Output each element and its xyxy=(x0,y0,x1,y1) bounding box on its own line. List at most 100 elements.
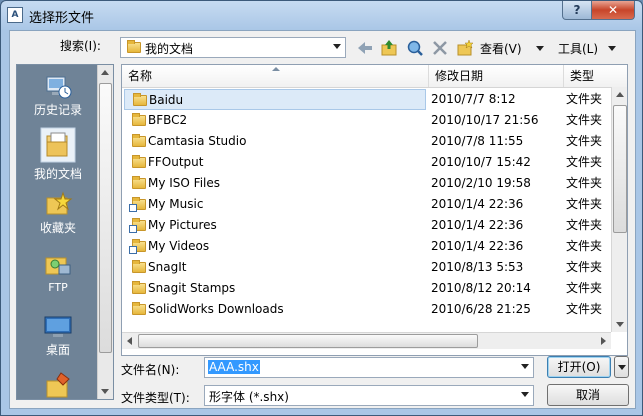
file-name: SnagIt xyxy=(148,260,187,274)
file-type: 文件夹 xyxy=(566,218,603,232)
filename-label: 文件名(N): xyxy=(121,363,180,377)
app-icon: A xyxy=(7,7,23,23)
title-bar[interactable]: A 选择形文件 ? ✕ xyxy=(1,1,642,29)
chevron-down-icon xyxy=(608,45,617,51)
file-name-cell: My ISO Files xyxy=(124,173,426,194)
chevron-down-icon xyxy=(535,45,544,51)
search-web-button[interactable] xyxy=(406,37,424,59)
file-type: 文件夹 xyxy=(566,302,603,316)
place-label: 桌面 xyxy=(45,343,70,357)
file-row[interactable]: Snagit Stamps 2010/8/12 20:14 文件夹 xyxy=(122,278,612,299)
file-list-vscrollbar[interactable] xyxy=(611,87,627,332)
file-date: 2010/7/7 8:12 xyxy=(431,92,516,106)
file-name: My Pictures xyxy=(148,218,217,232)
scroll-right-icon[interactable] xyxy=(601,337,606,345)
close-button[interactable]: ✕ xyxy=(591,1,635,20)
place-label: 收藏夹 xyxy=(39,221,76,235)
file-name-cell: My Pictures xyxy=(124,215,426,236)
file-name-cell: BFBC2 xyxy=(124,110,426,131)
favorites-icon xyxy=(43,189,73,219)
place-favorites[interactable]: 收藏夹 xyxy=(19,189,97,236)
file-row[interactable]: My Videos 2010/1/4 22:36 文件夹 xyxy=(122,236,612,257)
file-row[interactable]: SnagIt 2010/8/13 5:53 文件夹 xyxy=(122,257,612,278)
file-row[interactable]: Camtasia Studio 2010/7/8 11:55 文件夹 xyxy=(122,131,612,152)
file-name-cell: Camtasia Studio xyxy=(124,131,426,152)
folder-icon xyxy=(132,176,146,189)
file-name: SolidWorks Downloads xyxy=(148,302,284,316)
folder-icon xyxy=(132,302,146,315)
scroll-up-icon[interactable] xyxy=(101,70,109,75)
place-buzzsaw[interactable] xyxy=(19,371,97,401)
folder-icon xyxy=(132,155,146,168)
column-header-type[interactable]: 类型 xyxy=(564,65,627,87)
scroll-thumb[interactable] xyxy=(138,334,478,348)
file-date: 2010/7/8 11:55 xyxy=(431,134,524,148)
filename-input[interactable]: AAA.shx xyxy=(204,357,534,378)
file-type: 文件夹 xyxy=(566,281,603,295)
file-name-cell: My Music xyxy=(124,194,426,215)
up-folder-button[interactable] xyxy=(380,37,398,59)
open-button[interactable]: 打开(O) xyxy=(547,356,611,378)
ftp-icon xyxy=(43,251,73,281)
file-name-cell: Snagit Stamps xyxy=(124,278,426,299)
list-header: 名称 修改日期 类型 xyxy=(122,65,627,88)
file-name-cell: SolidWorks Downloads xyxy=(124,299,426,320)
file-type: 文件夹 xyxy=(566,134,603,148)
file-date: 2010/10/7 15:42 xyxy=(431,155,531,169)
file-row[interactable]: SolidWorks Downloads 2010/6/28 21:25 文件夹 xyxy=(122,299,612,320)
my-documents-icon xyxy=(40,127,76,163)
location-dropdown[interactable]: 我的文档 xyxy=(120,37,346,58)
cancel-button[interactable]: 取消 xyxy=(547,384,629,406)
places-bar: 历史记录 我的文档 收藏夹 FTP 桌面 xyxy=(16,64,114,400)
file-name: FFOutput xyxy=(148,155,204,169)
history-icon xyxy=(43,71,73,101)
file-list-hscrollbar[interactable] xyxy=(122,332,611,349)
buzzsaw-icon xyxy=(43,371,73,401)
file-row[interactable]: My Music 2010/1/4 22:36 文件夹 xyxy=(122,194,612,215)
back-arrow-icon xyxy=(358,42,372,54)
file-date: 2010/2/10 19:58 xyxy=(431,176,531,190)
scroll-down-icon[interactable] xyxy=(616,322,624,327)
file-name-cell: My Videos xyxy=(124,236,426,257)
file-row[interactable]: BFBC2 2010/10/17 21:56 文件夹 xyxy=(122,110,612,131)
column-header-modified[interactable]: 修改日期 xyxy=(429,65,564,87)
new-folder-icon xyxy=(457,39,474,56)
places-scrollbar[interactable] xyxy=(97,65,113,399)
back-button[interactable] xyxy=(356,37,374,59)
file-row[interactable]: My ISO Files 2010/2/10 19:58 文件夹 xyxy=(122,173,612,194)
delete-button[interactable] xyxy=(431,37,449,59)
scroll-thumb[interactable] xyxy=(99,83,112,353)
new-folder-button[interactable] xyxy=(456,37,474,59)
place-desktop[interactable]: 桌面 xyxy=(19,311,97,358)
file-dialog-window: A 选择形文件 ? ✕ 搜索(I): 我的文档 查看(V) 工具(L) 历史记录… xyxy=(0,0,643,416)
file-name-cell: SnagIt xyxy=(124,257,426,278)
place-my-documents[interactable]: 我的文档 xyxy=(19,127,97,182)
place-ftp[interactable]: FTP xyxy=(19,251,97,294)
scroll-thumb[interactable] xyxy=(613,105,627,233)
column-header-name[interactable]: 名称 xyxy=(122,65,429,87)
file-type: 文件夹 xyxy=(566,197,603,211)
filetype-dropdown[interactable]: 形字体 (*.shx) xyxy=(204,385,534,406)
file-type: 文件夹 xyxy=(566,92,603,106)
file-row[interactable]: Baidu 2010/7/7 8:12 文件夹 xyxy=(122,89,612,110)
file-list: 名称 修改日期 类型 Baidu 2010/7/7 8:12 文件夹 BFBC2 201… xyxy=(121,64,628,356)
place-label: FTP xyxy=(48,281,68,294)
file-name: My Music xyxy=(148,197,204,211)
filetype-label: 文件类型(T): xyxy=(121,391,190,405)
place-history[interactable]: 历史记录 xyxy=(19,71,97,118)
file-date: 2010/8/13 5:53 xyxy=(431,260,524,274)
view-label: 查看(V) xyxy=(480,41,522,56)
file-date: 2010/6/28 21:25 xyxy=(431,302,531,316)
scroll-up-icon[interactable] xyxy=(616,92,624,97)
file-row[interactable]: My Pictures 2010/1/4 22:36 文件夹 xyxy=(122,215,612,236)
file-row[interactable]: FFOutput 2010/10/7 15:42 文件夹 xyxy=(122,152,612,173)
tools-menu[interactable]: 工具(L) xyxy=(558,37,617,59)
window-title: 选择形文件 xyxy=(29,11,95,26)
scroll-left-icon[interactable] xyxy=(127,337,132,345)
view-menu[interactable]: 查看(V) xyxy=(480,37,544,59)
open-options-button[interactable] xyxy=(614,356,629,378)
scroll-down-icon[interactable] xyxy=(101,389,109,394)
file-date: 2010/10/17 21:56 xyxy=(431,113,539,127)
help-button[interactable]: ? xyxy=(562,1,592,20)
shortcut-arrow-icon xyxy=(129,246,137,254)
